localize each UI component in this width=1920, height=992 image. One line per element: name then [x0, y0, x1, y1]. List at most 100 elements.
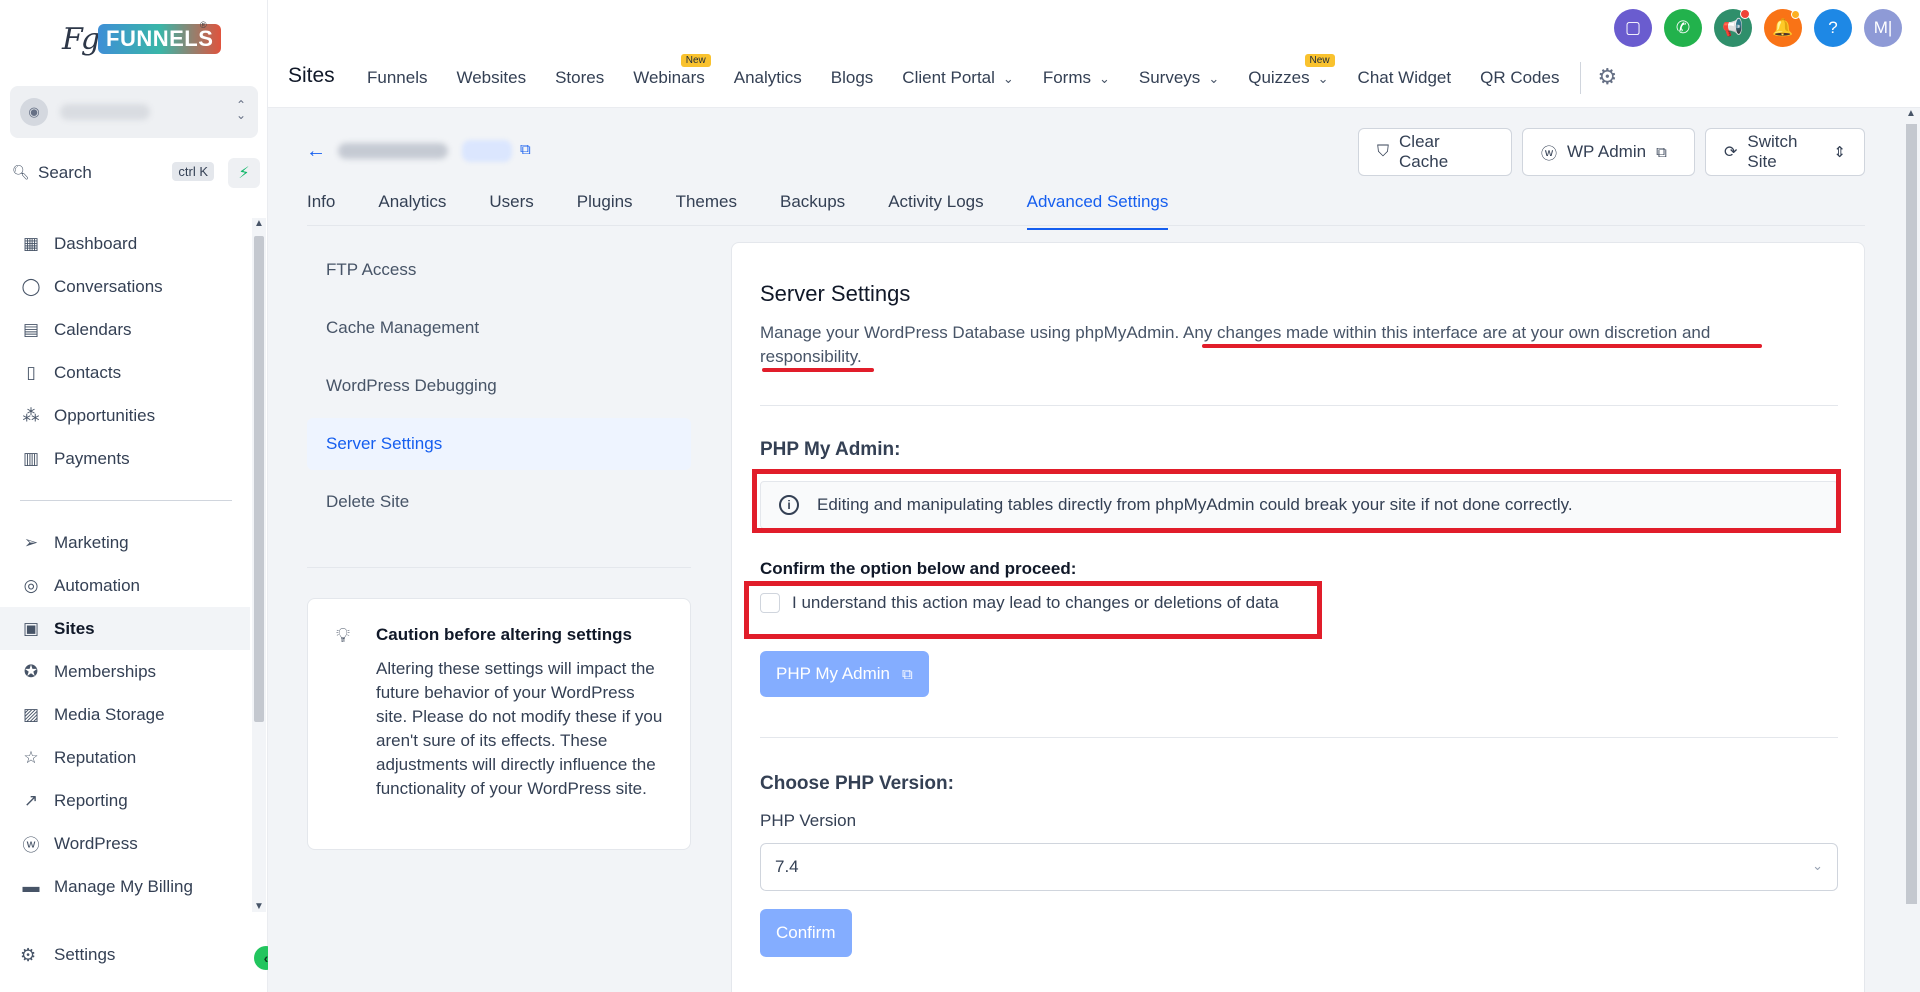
sidebar-scroll-thumb[interactable]	[254, 236, 264, 722]
copy-icon[interactable]: ⧉	[520, 141, 531, 158]
subnav-ftp-access[interactable]: FTP Access	[307, 244, 691, 296]
sidebar-item-reporting[interactable]: ↗ Reporting	[0, 779, 250, 822]
scroll-up-arrow-icon[interactable]: ▲	[1904, 108, 1918, 119]
billing-icon: ▬	[22, 876, 40, 896]
dashboard-icon: ▦	[22, 233, 40, 253]
main-scrollbar[interactable]: ▲	[1902, 108, 1920, 992]
switch-site-button[interactable]: ⟳ Switch Site ⇕	[1705, 128, 1865, 176]
top-nav-qr-codes[interactable]: QR Codes	[1480, 68, 1559, 94]
top-nav-stores[interactable]: Stores	[555, 68, 604, 94]
wp-admin-button[interactable]: ⓦ WP Admin ⧉	[1522, 128, 1695, 176]
sidebar-item-wordpress[interactable]: ⓦ WordPress	[0, 822, 250, 865]
sidebar-item-calendars[interactable]: ▤ Calendars	[0, 308, 250, 351]
media-icon: ▨	[22, 704, 40, 724]
annotation-box	[752, 469, 1841, 533]
confirm-button-label: Confirm	[776, 923, 836, 942]
phone-icon[interactable]: ✆	[1664, 9, 1702, 47]
php-version-select[interactable]: 7.4 ⌄	[760, 843, 1838, 891]
gear-icon: ⚙	[20, 944, 37, 965]
top-nav-forms[interactable]: Forms ⌄	[1043, 68, 1110, 94]
main-scroll-thumb[interactable]	[1906, 124, 1917, 904]
sidebar-item-reputation[interactable]: ☆ Reputation	[0, 736, 250, 779]
account-avatar-icon: ◉	[20, 98, 48, 126]
sidebar-item-media-storage[interactable]: ▨ Media Storage	[0, 693, 250, 736]
sidebar-item-sites[interactable]: ▣ Sites	[0, 607, 250, 650]
notification-dot	[1740, 9, 1750, 19]
top-nav-chat-widget[interactable]: Chat Widget	[1358, 68, 1452, 94]
subnav-delete-site[interactable]: Delete Site	[307, 476, 691, 528]
chevron-down-icon: ⌄	[1208, 71, 1220, 86]
sidebar-scrollbar[interactable]: ▲ ▼	[252, 218, 266, 912]
top-nav-label: Quizzes	[1248, 68, 1310, 87]
top-nav-blogs[interactable]: Blogs	[831, 68, 874, 94]
clear-cache-label: Clear Cache	[1399, 132, 1449, 171]
top-nav-label: Funnels	[367, 68, 428, 87]
subnav-wordpress-debugging[interactable]: WordPress Debugging	[307, 360, 691, 412]
back-arrow-icon[interactable]: ←	[306, 140, 326, 163]
new-badge: New	[680, 54, 711, 67]
sidebar-item-payments[interactable]: ▥ Payments	[0, 437, 250, 480]
top-nav-funnels[interactable]: Funnels	[367, 68, 427, 94]
opportunities-icon: ⁂	[22, 405, 40, 425]
calendar-icon: ▤	[22, 319, 40, 339]
external-link-icon: ⧉	[1656, 143, 1667, 161]
sidebar-item-dashboard[interactable]: ▦ Dashboard	[0, 222, 250, 265]
top-nav-label: Surveys	[1138, 68, 1201, 87]
megaphone-icon[interactable]: 📢	[1714, 9, 1752, 47]
top-nav-client-portal[interactable]: Client Portal ⌄	[902, 68, 1014, 94]
php-my-admin-button[interactable]: PHP My Admin ⧉	[760, 651, 929, 697]
lightbulb-icon: 💡︎	[336, 625, 350, 647]
sidebar-item-marketing[interactable]: ➢ Marketing	[0, 521, 250, 564]
top-nav-webinars[interactable]: Webinars New	[633, 54, 711, 94]
search-button[interactable]: 🔍︎ Search ctrl K	[12, 158, 214, 188]
section-divider	[760, 405, 1838, 406]
annotation-box	[744, 581, 1322, 639]
settings-gear-icon[interactable]: ⚙	[1597, 64, 1617, 94]
confirm-button[interactable]: Confirm	[760, 909, 852, 957]
sidebar-item-label: Memberships	[54, 661, 157, 681]
top-nav-label: Analytics	[733, 68, 802, 87]
php-version-value: 7.4	[775, 857, 799, 876]
top-nav-quizzes[interactable]: Quizzes ⌄ New	[1248, 54, 1335, 94]
top-nav-analytics[interactable]: Analytics	[734, 68, 802, 94]
php-my-admin-button-label: PHP My Admin	[776, 664, 891, 683]
scroll-down-arrow-icon[interactable]: ▼	[252, 901, 266, 912]
brand-logo[interactable]: Fg FUNNELS ®	[62, 18, 222, 68]
messages-icon[interactable]: ▢	[1614, 9, 1652, 47]
top-bar: Sites Funnels Websites Stores Webinars New An…	[268, 0, 1920, 108]
php-version-label: PHP Version	[760, 811, 857, 830]
account-switcher[interactable]: ◉ ⌃ ⌄	[10, 86, 258, 138]
memberships-icon: ✪	[23, 661, 39, 681]
help-icon[interactable]: ?	[1814, 9, 1852, 47]
scroll-up-arrow-icon[interactable]: ▲	[252, 218, 266, 229]
quick-actions-button[interactable]: ⚡︎	[228, 158, 260, 188]
chat-icon: ◯	[21, 276, 41, 296]
annotation-underline	[762, 368, 874, 372]
search-label: Search	[38, 163, 92, 182]
subnav-cache-management[interactable]: Cache Management	[307, 302, 691, 354]
sidebar-item-label: Manage My Billing	[54, 876, 193, 896]
top-nav-websites[interactable]: Websites	[456, 68, 526, 94]
sidebar-item-automation[interactable]: ◎ Automation	[0, 564, 250, 607]
subnav-server-settings[interactable]: Server Settings	[307, 418, 691, 470]
subnav-divider	[307, 567, 691, 568]
sidebar-item-label: Marketing	[54, 532, 129, 552]
sidebar-item-conversations[interactable]: ◯ Conversations	[0, 265, 250, 308]
user-avatar[interactable]: M|	[1864, 9, 1902, 47]
send-icon: ➢	[23, 532, 39, 552]
sidebar-item-memberships[interactable]: ✪ Memberships	[0, 650, 250, 693]
bell-icon[interactable]: 🔔	[1764, 9, 1802, 47]
top-nav-surveys[interactable]: Surveys ⌄	[1139, 68, 1219, 94]
sidebar-item-contacts[interactable]: ▯ Contacts	[0, 351, 250, 394]
logo-mark: Fg	[62, 22, 100, 57]
sidebar-item-opportunities[interactable]: ⁂ Opportunities	[0, 394, 250, 437]
sidebar-item-label: Contacts	[54, 362, 122, 382]
refresh-icon: ⟳	[1724, 144, 1738, 161]
top-nav-label: Client Portal	[902, 68, 995, 87]
chevron-up-down-icon: ⇕	[1833, 144, 1846, 161]
card-title: Server Settings	[760, 281, 911, 306]
clear-cache-button[interactable]: ⛉ Clear Cache	[1358, 128, 1512, 176]
sidebar-item-manage-my-billing[interactable]: ▬ Manage My Billing	[0, 865, 250, 908]
sidebar-item-label: Settings	[54, 945, 116, 964]
sidebar-item-settings[interactable]: ⚙ Settings	[0, 934, 250, 976]
